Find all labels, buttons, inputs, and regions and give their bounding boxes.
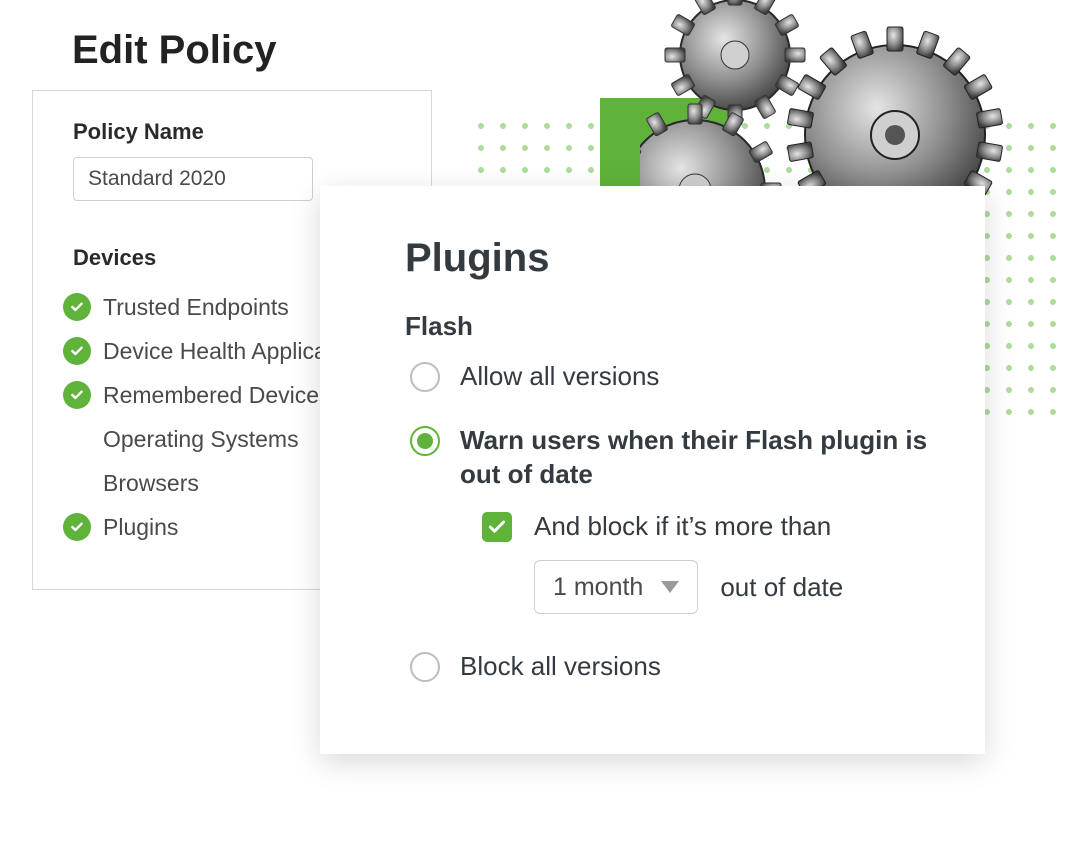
out-of-date-duration-select[interactable]: 1 month xyxy=(534,560,698,614)
empty-icon xyxy=(63,425,91,453)
block-if-older-label: And block if it’s more than xyxy=(534,511,831,542)
check-circle-icon xyxy=(63,381,91,409)
radio-label: Warn users when their Flash plugin is ou… xyxy=(460,424,930,492)
radio-icon xyxy=(410,362,440,392)
radio-allow-all[interactable]: Allow all versions xyxy=(410,360,930,394)
chevron-down-icon xyxy=(661,581,679,593)
device-item-label: Trusted Endpoints xyxy=(103,294,289,321)
check-circle-icon xyxy=(63,337,91,365)
page-title: Edit Policy xyxy=(72,28,277,73)
plugins-section-flash: Flash xyxy=(405,311,930,342)
policy-name-input[interactable] xyxy=(73,157,313,201)
radio-icon-selected xyxy=(410,426,440,456)
plugins-title: Plugins xyxy=(405,236,930,281)
radio-icon xyxy=(410,652,440,682)
radio-label: Allow all versions xyxy=(460,360,659,394)
check-circle-icon xyxy=(63,513,91,541)
radio-label: Block all versions xyxy=(460,650,661,684)
empty-icon xyxy=(63,469,91,497)
check-circle-icon xyxy=(63,293,91,321)
plugins-card: Plugins Flash Allow all versions Warn us… xyxy=(320,186,985,754)
device-item-label: Operating Systems xyxy=(103,426,299,453)
device-item-label: Remembered Devices xyxy=(103,382,331,409)
block-if-older-checkbox[interactable] xyxy=(482,512,512,542)
device-item-label: Browsers xyxy=(103,470,199,497)
radio-block-all[interactable]: Block all versions xyxy=(410,650,930,684)
radio-warn-outdated[interactable]: Warn users when their Flash plugin is ou… xyxy=(410,424,930,492)
device-item-label: Plugins xyxy=(103,514,178,541)
warn-sub-option: And block if it’s more than 1 month out … xyxy=(482,511,930,614)
policy-name-label: Policy Name xyxy=(73,119,401,145)
select-value: 1 month xyxy=(553,573,643,602)
out-of-date-suffix: out of date xyxy=(720,572,843,603)
